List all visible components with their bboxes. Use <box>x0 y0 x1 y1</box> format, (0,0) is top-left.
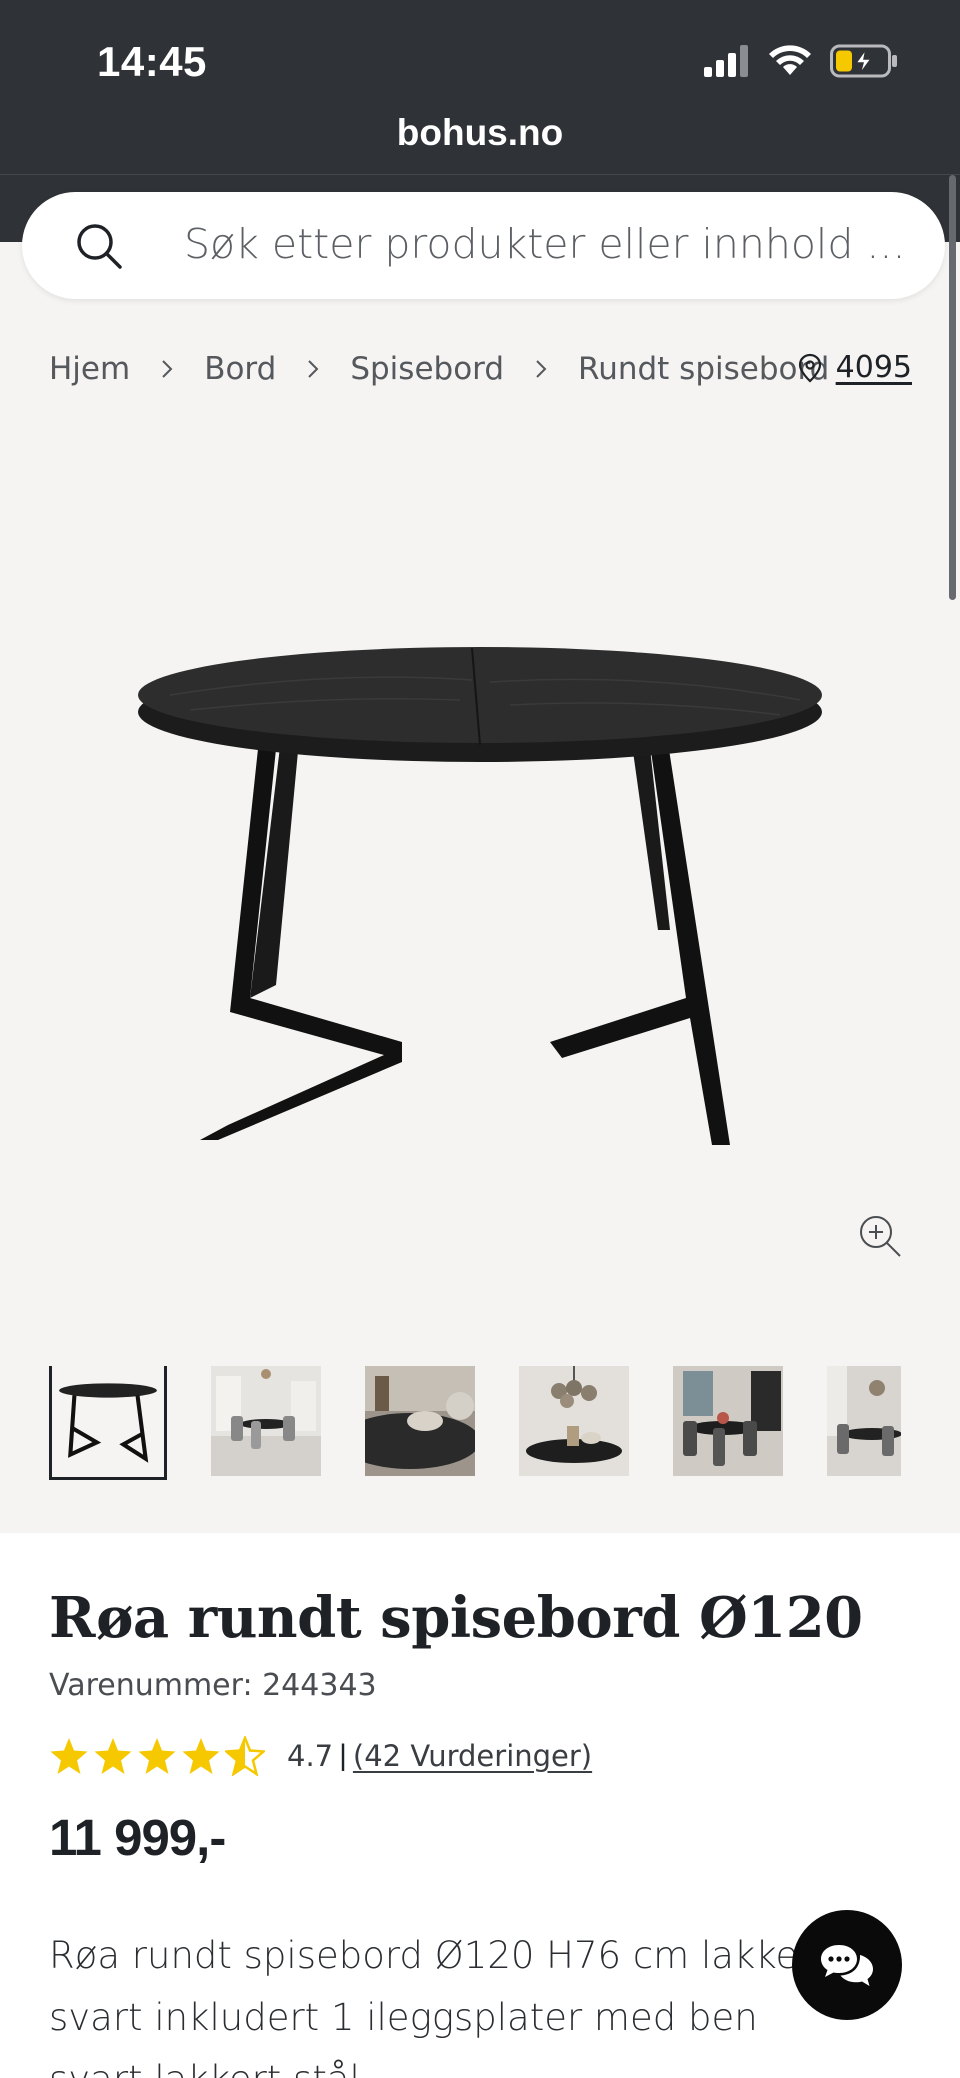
table-closeup-thumbnail-image <box>365 1366 475 1476</box>
thumbnail-4[interactable] <box>519 1366 629 1476</box>
table-thumbnail-image <box>59 1383 157 1463</box>
room-setting-thumbnail-image <box>673 1366 783 1476</box>
star-filled-icon <box>138 1738 176 1774</box>
star-filled-icon <box>94 1738 132 1774</box>
store-number[interactable]: 4095 <box>836 350 912 385</box>
thumbnail-strip <box>49 1366 919 1480</box>
breadcrumb-item-home[interactable]: Hjem <box>49 351 130 387</box>
breadcrumb-item-spisebord[interactable]: Spisebord <box>350 351 504 387</box>
room-setting-thumbnail-2-image <box>827 1366 901 1476</box>
rating-separator: | <box>339 1739 347 1772</box>
search-icon <box>77 224 122 269</box>
thumbnail-3[interactable] <box>365 1366 475 1476</box>
star-half-icon <box>225 1736 265 1776</box>
rating-value: 4.7 <box>287 1739 334 1773</box>
product-title: Røa rundt spisebord Ø120 <box>49 1585 863 1651</box>
table-with-lamp-thumbnail-image <box>519 1366 629 1476</box>
search-bar[interactable]: Søk etter produkter eller innhold ... <box>22 192 945 299</box>
thumbnail-2[interactable] <box>211 1366 321 1476</box>
chevron-right-icon <box>162 360 173 378</box>
chat-bubbles-icon <box>821 1945 873 1986</box>
status-time: 14:45 <box>97 38 207 85</box>
product-description: Røa rundt spisebord Ø120 H76 cm lakkert … <box>49 1934 828 2078</box>
breadcrumb: Hjem Bord Spisebord Rundt spisebord <box>49 351 829 387</box>
url-display[interactable]: bohus.no <box>0 112 960 154</box>
chat-button[interactable] <box>792 1910 902 2020</box>
signal-icon <box>704 45 748 77</box>
thumbnail-1[interactable] <box>49 1366 167 1480</box>
browser-bar: 14:45 bohus.no <box>0 0 960 175</box>
store-selector[interactable]: 4095 <box>798 350 912 385</box>
product-sku: Varenummer: 244343 <box>49 1668 377 1703</box>
product-rating: 4.7 | (42 Vurderinger) <box>49 1736 592 1776</box>
wifi-icon <box>769 45 811 75</box>
chevron-right-icon <box>536 360 547 378</box>
thumbnail-5[interactable] <box>673 1366 783 1476</box>
breadcrumb-item-rundt-spisebord[interactable]: Rundt spisebord <box>578 351 829 387</box>
star-filled-icon <box>50 1738 88 1774</box>
star-filled-icon <box>182 1738 220 1774</box>
breadcrumb-item-bord[interactable]: Bord <box>204 351 276 387</box>
dining-room-thumbnail-image <box>211 1366 321 1476</box>
chevron-right-icon <box>308 360 319 378</box>
thumbnail-6[interactable] <box>827 1366 901 1476</box>
reviews-link[interactable]: (42 Vurderinger) <box>353 1739 592 1773</box>
location-pin-icon <box>798 353 821 382</box>
battery-charging-icon <box>830 44 897 78</box>
zoom-in-icon[interactable] <box>857 1213 903 1259</box>
scrollbar[interactable] <box>949 175 956 600</box>
product-price: 11 999,- <box>49 1809 226 1866</box>
search-input[interactable]: Søk etter produkter eller innhold ... <box>184 220 905 268</box>
product-image[interactable] <box>130 600 830 1160</box>
rating-stars <box>49 1736 265 1776</box>
status-icons <box>704 44 898 78</box>
